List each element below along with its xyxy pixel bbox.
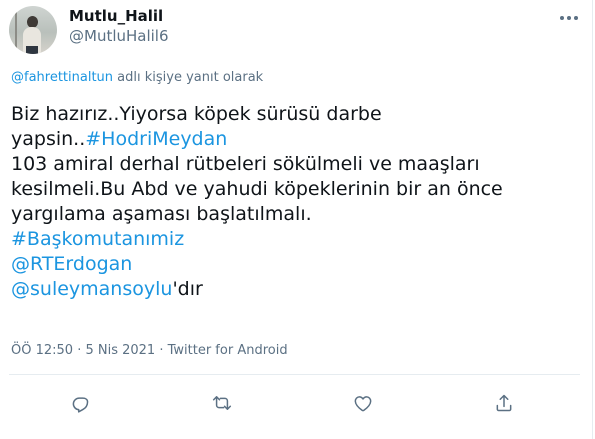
reply-button[interactable] — [67, 389, 95, 417]
tweet-meta: ÖÖ 12:50 · 5 Nis 2021 · Twitter for Andr… — [11, 342, 288, 360]
hashtag-link[interactable]: #HodriMeydan — [85, 128, 227, 150]
meta-separator: · — [73, 343, 86, 358]
mention-link[interactable]: @suleymansoylu — [11, 278, 172, 300]
tweet-line: #Başkomutanımiz — [11, 227, 581, 252]
tweet-source: Twitter for Android — [167, 343, 288, 358]
meta-separator: · — [155, 343, 168, 358]
reply-mention-link[interactable]: @fahrettinaltun — [11, 70, 113, 85]
tweet-text-fragment: 'dır — [172, 278, 203, 300]
tweet-line: Biz hazırız..Yiyorsa köpek sürüsü darbe — [11, 103, 382, 125]
reply-icon — [72, 397, 89, 413]
display-name[interactable]: Mutlu_Halil — [69, 6, 163, 26]
avatar-legs — [26, 46, 38, 54]
tweet-line: yapsin..#HodriMeydan — [11, 127, 581, 152]
tweet-line: yargılama aşaması başlatılmalı. — [11, 203, 312, 225]
tweet-line: 103 amiral derhal rütbeleri sökülmeli ve… — [11, 153, 480, 175]
hashtag-link[interactable]: #Başkomutanımiz — [11, 228, 184, 250]
tweet-line: kesilmeli.Bu Abd ve yahudi köpeklerinin … — [11, 178, 503, 200]
more-options-button[interactable] — [556, 8, 582, 28]
tweet-card: Mutlu_Halil @MutluHalil6 @fahrettinaltun… — [0, 0, 593, 439]
retweet-button[interactable] — [208, 389, 236, 417]
tweet-line: @RTErdogan — [11, 252, 581, 277]
tweet-time[interactable]: ÖÖ 12:50 — [11, 343, 73, 358]
share-button[interactable] — [490, 389, 518, 417]
reply-context: @fahrettinaltun adlı kişiye yanıt olarak — [11, 69, 263, 87]
action-bar — [0, 385, 593, 419]
like-button[interactable] — [349, 389, 377, 417]
more-icon — [560, 16, 578, 20]
tweet-text-fragment: yapsin.. — [11, 128, 86, 150]
tweet-text: Biz hazırız..Yiyorsa köpek sürüsü darbe … — [11, 102, 581, 302]
avatar[interactable] — [9, 6, 57, 54]
avatar-pole — [15, 10, 17, 54]
retweet-icon — [212, 396, 232, 410]
reply-context-text: adlı kişiye yanıt olarak — [113, 70, 264, 85]
share-icon — [496, 394, 512, 412]
tweet-line: @suleymansoylu'dır — [11, 277, 581, 302]
tweet-date[interactable]: 5 Nis 2021 — [85, 343, 155, 358]
divider — [9, 374, 580, 375]
mention-link[interactable]: @RTErdogan — [11, 253, 132, 275]
user-handle[interactable]: @MutluHalil6 — [69, 26, 169, 46]
like-icon — [354, 396, 372, 412]
